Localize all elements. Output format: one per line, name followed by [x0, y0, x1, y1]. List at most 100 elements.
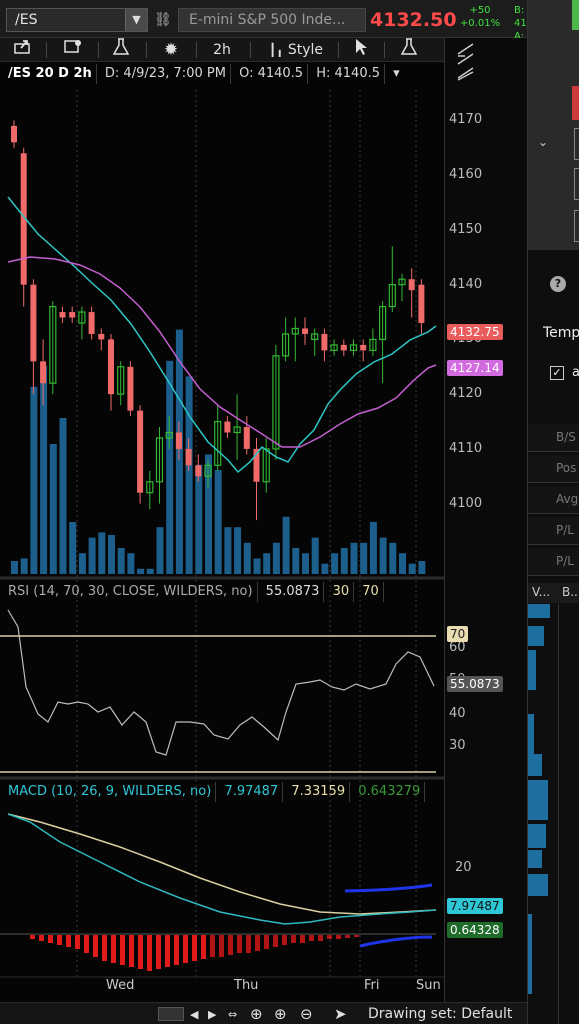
rsi-value: 55.0873 [262, 582, 325, 602]
rsi-label: RSI (14, 70, 30, CLOSE, WILDERS, no) [4, 582, 258, 602]
candle [30, 279, 37, 395]
macd-histogram-bar [156, 935, 161, 969]
checkbox-label: a [572, 365, 579, 380]
price-axis-label: 4120 [449, 386, 483, 402]
template-checkbox[interactable]: ✓ [550, 366, 564, 380]
share-icon[interactable] [10, 38, 36, 62]
chevron-down-icon[interactable]: ▼ [125, 9, 147, 31]
volume-bar [331, 553, 339, 574]
ma-fast-line [7, 196, 437, 474]
macd-histogram-bar [129, 935, 134, 967]
macd-histogram-bar [183, 935, 188, 963]
candle [398, 273, 406, 302]
candle [418, 279, 425, 334]
symbol-bar: /ES ▼ ⛓ E-mini S&P 500 Inde... 4132.50 +… [0, 0, 555, 55]
scrollbar-thumb[interactable] [158, 1007, 184, 1021]
volume-bar [311, 537, 319, 574]
info-chevron-icon[interactable]: ▾ [389, 64, 404, 84]
style-button[interactable]: ┃╻ Style [262, 38, 330, 62]
candle [78, 306, 86, 340]
chart-window-icon[interactable] [60, 38, 86, 62]
gear-icon[interactable]: ✹ [158, 38, 184, 62]
macd-histogram-bar [327, 935, 332, 939]
scroll-left-icon[interactable]: ◀ [190, 1008, 198, 1021]
macd-histogram-bar [219, 935, 224, 957]
rsi-header[interactable]: RSI (14, 70, 30, CLOSE, WILDERS, no) 55.… [4, 582, 384, 604]
symbol-input[interactable]: /ES [15, 12, 37, 28]
volume-profile-header: V... B... [528, 583, 579, 603]
flask-icon[interactable] [108, 38, 134, 62]
macd-header[interactable]: MACD (10, 26, 9, WILDERS, no) 7.97487 7.… [4, 782, 426, 804]
volume-bar [78, 553, 86, 574]
volume-bar [360, 542, 368, 574]
bar-high: H: 4140.5 [312, 64, 385, 84]
volume-bar [418, 561, 426, 574]
candles-icon: ┃╻ [268, 43, 284, 57]
volume-bar [185, 376, 193, 574]
macd-histogram-bar [84, 935, 89, 953]
macd-histogram-bar [75, 935, 80, 949]
time-label-sun: Sun [416, 978, 441, 993]
candle [224, 416, 231, 438]
price-chart-svg[interactable] [0, 46, 512, 1002]
candle [88, 306, 95, 340]
sell-button[interactable] [572, 86, 579, 120]
link-icon[interactable]: ⛓ [154, 9, 172, 31]
candle [321, 328, 328, 362]
pointer-icon[interactable]: ➤ [334, 1005, 347, 1023]
volume-bar [282, 516, 290, 574]
macd-histogram-bar [291, 935, 296, 943]
volume-bar [69, 522, 77, 574]
volume-bar [59, 418, 67, 574]
candle [11, 120, 17, 148]
macd-histogram-bar [210, 935, 215, 957]
candle [369, 328, 377, 356]
drawing-flask-icon[interactable] [396, 38, 422, 62]
candle [360, 339, 367, 362]
zoom-in-icon[interactable]: ⊕ [274, 1005, 287, 1023]
cursor-icon[interactable] [348, 38, 374, 62]
symbol-selector[interactable]: /ES ▼ [6, 8, 148, 32]
collapse-chevron-icon[interactable]: ⌄ [538, 135, 548, 149]
volume-bar [20, 558, 28, 574]
macd-histogram-bar [93, 935, 98, 957]
volume-bar [30, 386, 38, 574]
side-button-1[interactable] [574, 128, 579, 160]
macd-histogram-bar [30, 935, 35, 939]
rsi-oversold: 30 [329, 582, 355, 602]
chart-toolbar: ✹ 2h ┃╻ Style [0, 38, 444, 62]
macd-histogram-bar [57, 935, 62, 945]
candle [155, 427, 164, 504]
price-axis[interactable]: 41704160415041404130412041104100 4132.75… [444, 38, 527, 1024]
volume-bar [302, 553, 309, 574]
volume-bar [214, 470, 222, 574]
help-icon[interactable]: ? [550, 276, 566, 292]
drawing-tool-icon[interactable] [455, 42, 477, 81]
time-label-wed: Wed [106, 978, 135, 993]
zoom-out-icon[interactable]: ⊖ [300, 1005, 313, 1023]
volume-bar [292, 548, 300, 574]
candle [330, 339, 338, 356]
drawing-set-label[interactable]: Drawing set: Default [368, 1006, 512, 1022]
macd-histogram-bar [102, 935, 107, 961]
candle [214, 405, 222, 471]
crosshair-icon[interactable]: ⊕ [250, 1005, 263, 1023]
buy-button[interactable] [572, 0, 579, 30]
rsi-overbought: 70 [358, 582, 384, 602]
macd-diff-tag: 0.64328 [447, 922, 503, 938]
side-button-2[interactable] [574, 168, 579, 200]
volume-bar [156, 527, 164, 574]
net-change-value: +50 [469, 5, 491, 16]
macd-histogram-bar [111, 935, 116, 963]
expand-icon[interactable]: ⇔ [228, 1008, 237, 1021]
price-axis-label: 4110 [449, 440, 483, 456]
candle [243, 416, 250, 455]
chart-area[interactable]: /ES 20 D 2h D: 4/9/23, 7:00 PM O: 4140.5… [0, 46, 512, 1002]
macd-label: MACD (10, 26, 9, WILDERS, no) [4, 782, 217, 802]
side-button-3[interactable] [574, 210, 579, 242]
volume-bar [137, 568, 145, 574]
rsi-axis-label: 30 [449, 738, 466, 753]
side-row-label: Avg [528, 486, 579, 514]
timeframe-button[interactable]: 2h [205, 38, 239, 62]
scroll-right-icon[interactable]: ▶ [208, 1008, 216, 1021]
